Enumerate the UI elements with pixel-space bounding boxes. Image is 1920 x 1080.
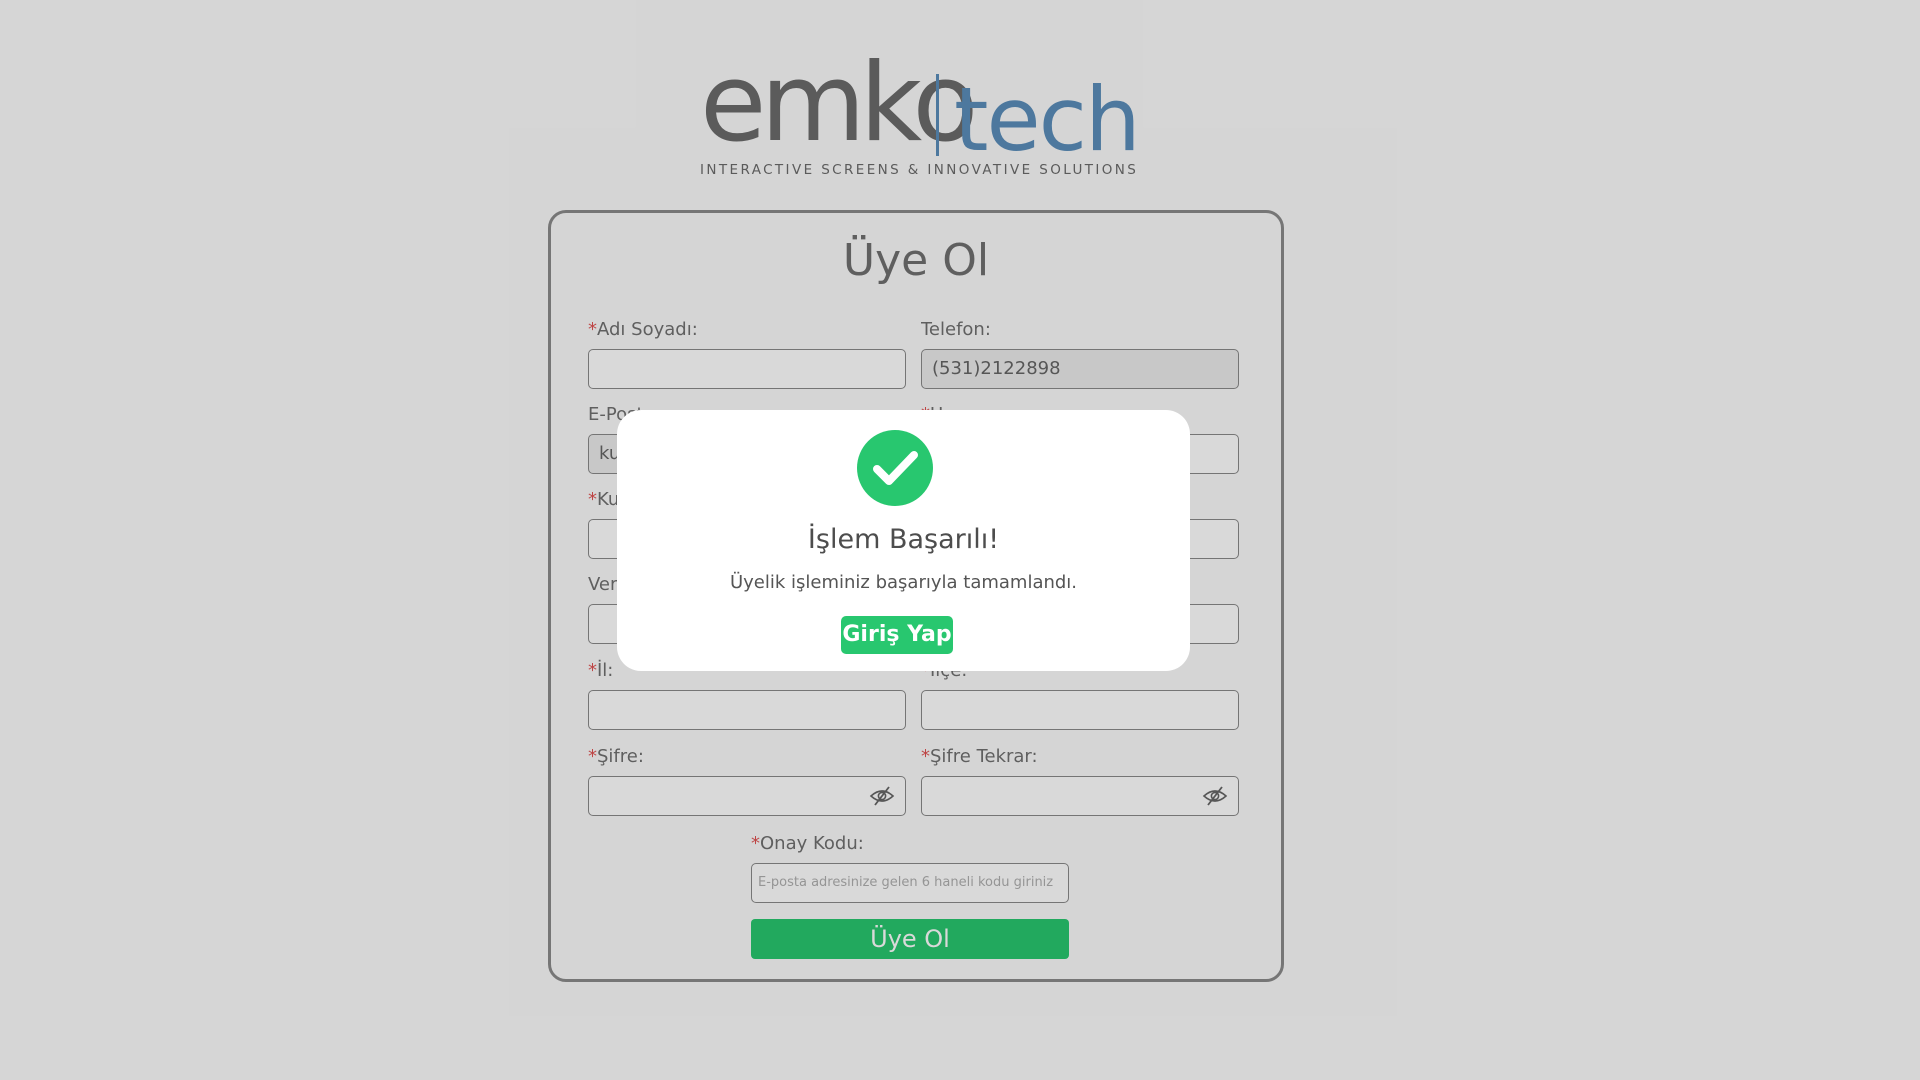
check-circle-icon: [857, 430, 933, 506]
success-modal: İşlem Başarılı! Üyelik işleminiz başarıy…: [617, 410, 1190, 671]
login-button[interactable]: Giriş Yap: [841, 616, 953, 654]
modal-message: Üyelik işleminiz başarıyla tamamlandı.: [729, 572, 1078, 593]
modal-title: İşlem Başarılı!: [807, 524, 1000, 555]
